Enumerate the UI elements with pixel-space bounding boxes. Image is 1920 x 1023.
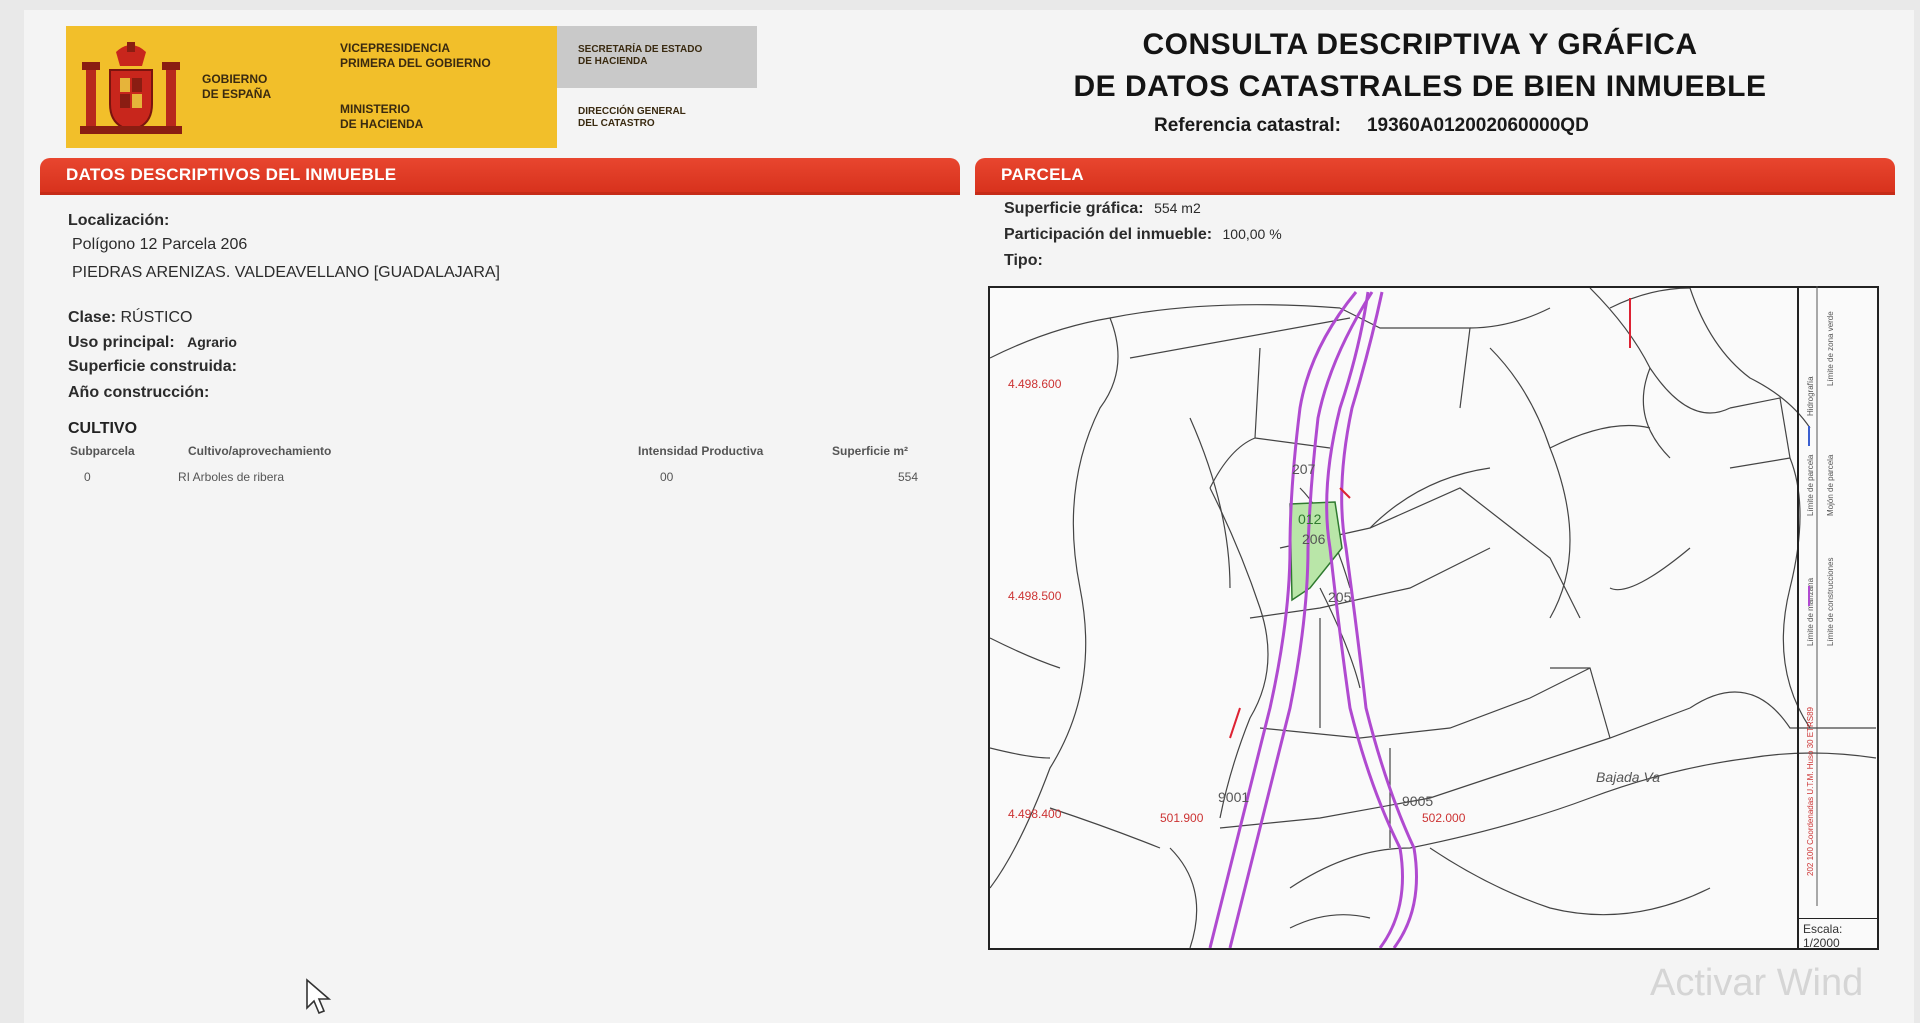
cultivo-cell-cultivo: RI Arboles de ribera: [178, 470, 285, 484]
participacion-label: Participación del inmueble:: [1004, 226, 1213, 243]
legend-limite-manzana: Límite de manzana: [1806, 577, 1815, 646]
logo-direccion-text: DIRECCIÓN GENERAL DEL CATASTRO: [578, 106, 686, 129]
cultivo-header-cultivo: Cultivo/aprovechamiento: [188, 444, 332, 458]
participacion-value: 100,00 %: [1222, 226, 1282, 242]
cadastral-map: 4.498.600 4.498.500 4.498.400 501.900 50…: [988, 286, 1879, 950]
map-coord-y3: 4.498.400: [1008, 807, 1062, 821]
logo-gobierno-text: GOBIERNO DE ESPAÑA: [202, 72, 272, 101]
document-title-line2: DE DATOS CATASTRALES DE BIEN INMUEBLE: [1073, 70, 1767, 103]
map-parcel-9001: 9001: [1218, 789, 1249, 805]
localizacion-line1: Polígono 12 Parcela 206: [72, 236, 248, 253]
superficie-grafica-value: 554 m2: [1154, 200, 1201, 216]
document-title-line1: CONSULTA DESCRIPTIVA Y GRÁFICA: [1142, 28, 1698, 61]
scale-label: Escala:: [1803, 922, 1843, 936]
uso-row: Uso principal: Agrario: [68, 334, 237, 352]
road-edge-left: [1208, 291, 1358, 948]
parcela-bar: PARCELA: [975, 158, 1895, 192]
cultivo-header-superficie: Superficie m²: [832, 444, 909, 458]
legend-hidrografia: Hidrografía: [1806, 376, 1815, 416]
stream-edge-right: [1340, 291, 1418, 948]
map-parcel-9005: 9005: [1402, 793, 1433, 809]
reference-row: Referencia catastral: 19360A012002060000Q…: [1154, 115, 1589, 137]
windows-activation-watermark: Activar Wind: [1650, 962, 1864, 1004]
legend-mojon: Mojón de parcela: [1826, 454, 1835, 516]
map-coord-x1: 501.900: [1160, 811, 1204, 825]
map-place-label: Bajada Va: [1596, 769, 1660, 785]
uso-value: Agrario: [187, 334, 237, 350]
road-edge-right: [1228, 291, 1374, 948]
cultivo-cell-intensidad: 00: [660, 470, 674, 484]
tipo-label: Tipo:: [1004, 252, 1043, 269]
map-parcel-206: 206: [1302, 531, 1326, 547]
cultivo-header-intensidad: Intensidad Productiva: [638, 444, 764, 458]
anio-construccion-label: Año construcción:: [68, 384, 210, 401]
parcela-bar-underline: [975, 192, 1895, 195]
logo-ministerio-text: MINISTERIO DE HACIENDA: [340, 102, 424, 131]
superficie-grafica-label: Superficie gráfica:: [1004, 200, 1144, 217]
map-parcel-205: 205: [1328, 589, 1352, 605]
participacion-row: Participación del inmueble: 100,00 %: [1004, 226, 1282, 244]
map-parcel-012: 012: [1298, 511, 1322, 527]
mouse-cursor-icon: [306, 978, 332, 1015]
map-parcel-207: 207: [1292, 461, 1316, 477]
coat-of-arms-icon: [80, 42, 182, 134]
cultivo-cell-superficie: 554: [898, 470, 919, 484]
clase-label: Clase:: [68, 309, 117, 326]
superficie-grafica-row: Superficie gráfica: 554 m2: [1004, 200, 1201, 218]
legend-limite-parcela: Límite de parcela: [1806, 454, 1815, 516]
legend-zona-verde: Límite de zona verde: [1826, 311, 1835, 386]
superficie-construida-label: Superficie construida:: [68, 358, 237, 375]
map-legend-drawing: Hidrografía Límite de zona verde Límite …: [1806, 286, 1835, 906]
descriptive-data-bar: DATOS DESCRIPTIVOS DEL INMUEBLE: [40, 158, 960, 192]
clase-row: Clase: RÚSTICO: [68, 309, 192, 327]
reference-label: Referencia catastral:: [1154, 115, 1341, 136]
cadastral-map-drawing: 4.498.600 4.498.500 4.498.400 501.900 50…: [990, 288, 1877, 948]
clase-value: RÚSTICO: [120, 309, 193, 326]
logo-vicepresidencia-text: VICEPRESIDENCIA PRIMERA DEL GOBIERNO: [340, 41, 491, 70]
logo-secretaria-text: SECRETARÍA DE ESTADO DE HACIENDA: [578, 44, 703, 67]
cultivo-header-subparcela: Subparcela: [70, 444, 135, 458]
map-coord-x2: 502.000: [1422, 811, 1466, 825]
cultivo-title: CULTIVO: [68, 420, 138, 437]
cultivo-cell-subparcela: 0: [84, 470, 91, 484]
scale-box: Escala: 1/2000: [1799, 918, 1879, 950]
legend-construcciones: Límite de construcciones: [1826, 558, 1835, 647]
localizacion-label: Localización:: [68, 212, 170, 229]
localizacion-line2: PIEDRAS ARENIZAS. VALDEAVELLANO [GUADALA…: [72, 264, 500, 281]
map-coord-y2: 4.498.500: [1008, 589, 1062, 603]
stream-edge-left: [1325, 291, 1404, 948]
descriptive-bar-underline: [40, 192, 960, 195]
map-coord-y1: 4.498.600: [1008, 377, 1062, 391]
reference-value: 19360A012002060000QD: [1366, 115, 1589, 136]
map-legend: Hidrografía Límite de zona verde Límite …: [1797, 286, 1879, 950]
scale-value: 1/2000: [1803, 936, 1840, 950]
uso-label: Uso principal:: [68, 334, 175, 351]
legend-coordenadas: 202 100 Coordenadas U.T.M. Huso 30 ETRS8…: [1806, 706, 1815, 876]
